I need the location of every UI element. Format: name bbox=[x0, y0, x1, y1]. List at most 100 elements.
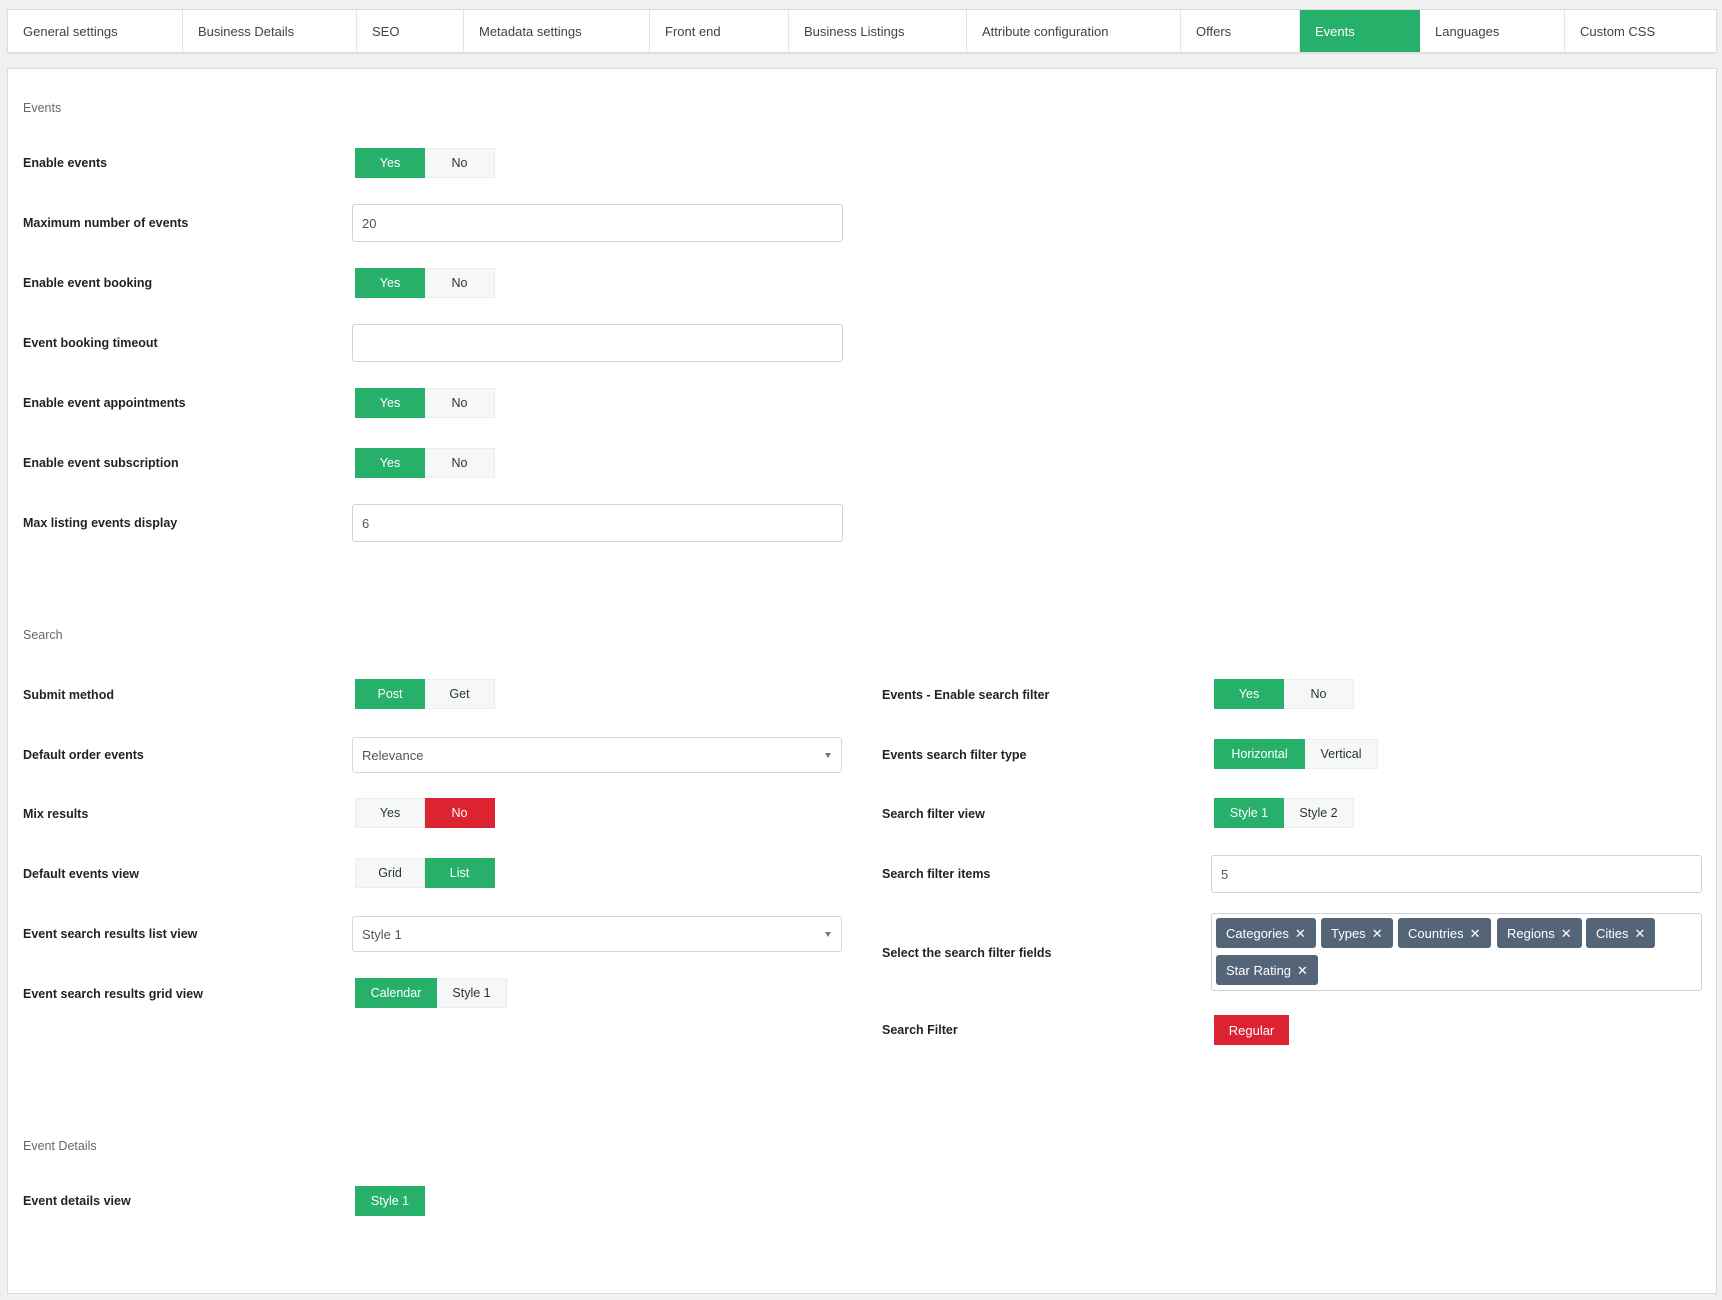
results-list-view-select[interactable]: Style 1 bbox=[352, 916, 842, 952]
default-order-label: Default order events bbox=[23, 748, 144, 762]
close-icon[interactable]: ✕ bbox=[1561, 927, 1572, 940]
filter-view-toggle: Style 1 Style 2 bbox=[1214, 798, 1354, 828]
settings-tab-bar: General settings Business Details SEO Me… bbox=[7, 9, 1717, 53]
search-filter-label: Search Filter bbox=[882, 1023, 958, 1037]
default-view-label: Default events view bbox=[23, 867, 140, 881]
section-title-search: Search bbox=[23, 628, 63, 642]
default-order-value: Relevance bbox=[362, 747, 424, 763]
default-view-toggle: Grid List bbox=[355, 858, 495, 888]
submit-method-post[interactable]: Post bbox=[355, 679, 425, 709]
enable-events-toggle: Yes No bbox=[355, 148, 495, 178]
tab-general-settings[interactable]: General settings bbox=[8, 10, 183, 52]
tab-attribute-configuration[interactable]: Attribute configuration bbox=[967, 10, 1181, 52]
filter-field-tag: Regions ✕ bbox=[1497, 918, 1582, 948]
enable-search-filter-no[interactable]: No bbox=[1284, 679, 1354, 709]
tab-business-details[interactable]: Business Details bbox=[183, 10, 357, 52]
filter-field-tag: Cities ✕ bbox=[1586, 918, 1656, 948]
filter-view-style1[interactable]: Style 1 bbox=[1214, 798, 1284, 828]
max-events-input[interactable] bbox=[352, 204, 843, 242]
default-order-select[interactable]: Relevance bbox=[352, 737, 842, 773]
enable-search-filter-label: Events - Enable search filter bbox=[882, 688, 1050, 702]
settings-panel bbox=[7, 68, 1717, 1294]
filter-type-toggle: Horizontal Vertical bbox=[1214, 739, 1378, 769]
tag-label: Cities bbox=[1596, 925, 1629, 941]
filter-type-horizontal[interactable]: Horizontal bbox=[1214, 739, 1305, 769]
details-view-label: Event details view bbox=[23, 1194, 131, 1208]
filter-fields-multiselect[interactable]: Categories ✕ Types ✕ Countries ✕ Regions ✕ C… bbox=[1211, 913, 1702, 991]
enable-events-yes[interactable]: Yes bbox=[355, 148, 425, 178]
filter-items-label: Search filter items bbox=[882, 867, 991, 881]
enable-booking-yes[interactable]: Yes bbox=[355, 268, 425, 298]
enable-subscription-yes[interactable]: Yes bbox=[355, 448, 425, 478]
booking-timeout-label: Event booking timeout bbox=[23, 336, 158, 350]
enable-appointments-no[interactable]: No bbox=[425, 388, 495, 418]
enable-search-filter-yes[interactable]: Yes bbox=[1214, 679, 1284, 709]
mix-results-label: Mix results bbox=[23, 807, 89, 821]
submit-method-toggle: Post Get bbox=[355, 679, 495, 709]
tab-custom-css[interactable]: Custom CSS bbox=[1565, 10, 1716, 52]
filter-items-input[interactable] bbox=[1211, 855, 1702, 893]
chevron-down-icon bbox=[825, 932, 831, 937]
enable-appointments-toggle: Yes No bbox=[355, 388, 495, 418]
tag-label: Types bbox=[1331, 925, 1366, 941]
enable-events-no[interactable]: No bbox=[425, 148, 495, 178]
tab-events[interactable]: Events bbox=[1300, 10, 1420, 52]
tab-front-end[interactable]: Front end bbox=[650, 10, 789, 52]
chevron-down-icon bbox=[825, 753, 831, 758]
enable-booking-toggle: Yes No bbox=[355, 268, 495, 298]
mix-results-yes[interactable]: Yes bbox=[355, 798, 425, 828]
results-list-view-label: Event search results list view bbox=[23, 927, 198, 941]
mix-results-toggle: Yes No bbox=[355, 798, 495, 828]
enable-search-filter-toggle: Yes No bbox=[1214, 679, 1354, 709]
tab-metadata-settings[interactable]: Metadata settings bbox=[464, 10, 650, 52]
filter-view-style2[interactable]: Style 2 bbox=[1284, 798, 1354, 828]
filter-fields-label: Select the search filter fields bbox=[882, 946, 1052, 960]
enable-booking-label: Enable event booking bbox=[23, 276, 153, 290]
filter-field-tag: Countries ✕ bbox=[1398, 918, 1491, 948]
close-icon[interactable]: ✕ bbox=[1372, 927, 1383, 940]
tab-seo[interactable]: SEO bbox=[357, 10, 464, 52]
results-grid-view-toggle: Calendar Style 1 bbox=[355, 978, 507, 1008]
max-events-label: Maximum number of events bbox=[23, 216, 189, 230]
max-listing-display-input[interactable] bbox=[352, 504, 843, 542]
details-view-toggle: Style 1 bbox=[355, 1186, 425, 1216]
filter-field-tag: Categories ✕ bbox=[1216, 918, 1316, 948]
max-listing-display-label: Max listing events display bbox=[23, 516, 178, 530]
enable-events-label: Enable events bbox=[23, 156, 108, 170]
results-list-view-value: Style 1 bbox=[362, 926, 402, 942]
details-view-style1[interactable]: Style 1 bbox=[355, 1186, 425, 1216]
enable-subscription-toggle: Yes No bbox=[355, 448, 495, 478]
enable-appointments-yes[interactable]: Yes bbox=[355, 388, 425, 418]
tag-label: Categories bbox=[1226, 925, 1289, 941]
tag-label: Countries bbox=[1408, 925, 1464, 941]
search-filter-regular-button[interactable]: Regular bbox=[1214, 1015, 1289, 1045]
default-view-grid[interactable]: Grid bbox=[355, 858, 425, 888]
filter-view-label: Search filter view bbox=[882, 807, 985, 821]
results-grid-view-calendar[interactable]: Calendar bbox=[355, 978, 437, 1008]
section-title-event-details: Event Details bbox=[23, 1139, 97, 1153]
tag-label: Regions bbox=[1507, 925, 1555, 941]
results-grid-view-style1[interactable]: Style 1 bbox=[437, 978, 507, 1008]
enable-appointments-label: Enable event appointments bbox=[23, 396, 186, 410]
default-view-list[interactable]: List bbox=[425, 858, 495, 888]
tag-label: Star Rating bbox=[1226, 962, 1292, 978]
enable-subscription-no[interactable]: No bbox=[425, 448, 495, 478]
close-icon[interactable]: ✕ bbox=[1297, 964, 1308, 977]
filter-type-label: Events search filter type bbox=[882, 748, 1027, 762]
enable-booking-no[interactable]: No bbox=[425, 268, 495, 298]
filter-type-vertical[interactable]: Vertical bbox=[1305, 739, 1378, 769]
enable-subscription-label: Enable event subscription bbox=[23, 456, 179, 470]
tab-business-listings[interactable]: Business Listings bbox=[789, 10, 967, 52]
filter-field-tag: Star Rating ✕ bbox=[1216, 955, 1318, 985]
booking-timeout-input[interactable] bbox=[352, 324, 843, 362]
close-icon[interactable]: ✕ bbox=[1470, 927, 1481, 940]
submit-method-label: Submit method bbox=[23, 688, 114, 702]
tab-offers[interactable]: Offers bbox=[1181, 10, 1300, 52]
submit-method-get[interactable]: Get bbox=[425, 679, 495, 709]
close-icon[interactable]: ✕ bbox=[1635, 927, 1646, 940]
filter-field-tag: Types ✕ bbox=[1321, 918, 1393, 948]
mix-results-no[interactable]: No bbox=[425, 798, 495, 828]
section-title-events: Events bbox=[23, 101, 62, 115]
tab-languages[interactable]: Languages bbox=[1420, 10, 1565, 52]
close-icon[interactable]: ✕ bbox=[1295, 927, 1306, 940]
